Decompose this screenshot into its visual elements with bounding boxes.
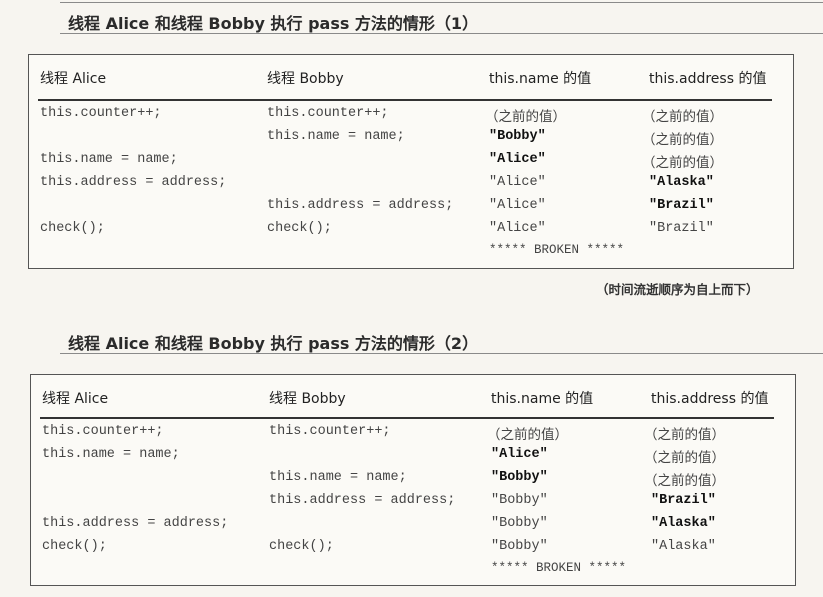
header-alice: 线程 Alice (40, 71, 107, 87)
row-2-address: （之前的值） (642, 132, 723, 148)
row-6-address: "Alaska" (651, 539, 716, 554)
row-2-name: "Bobby" (489, 129, 546, 144)
row-5-alice: this.address = address; (42, 516, 229, 531)
figure-1-title-rule (60, 33, 823, 34)
row-1-address: （之前的值） (644, 427, 725, 443)
broken-label: ***** BROKEN ***** (491, 561, 627, 575)
row-1-alice: this.counter++; (42, 424, 164, 439)
row-3-address: （之前的值） (644, 473, 725, 489)
row-4-name: "Alice" (489, 175, 546, 190)
row-5-name: "Bobby" (491, 516, 548, 531)
header-rule (40, 417, 774, 419)
header-name-value: this.name 的值 (491, 391, 594, 407)
row-1-name: （之前的值） (487, 427, 568, 443)
row-3-address: （之前的值） (642, 155, 723, 171)
row-3-bobby: this.name = name; (269, 470, 407, 485)
header-address-value: this.address 的值 (651, 391, 769, 407)
figure-2-title: 线程 Alice 和线程 Bobby 执行 pass 方法的情形（2） (68, 334, 479, 353)
figure-2-table: 线程 Alice 线程 Bobby this.name 的值 this.addr… (30, 374, 796, 586)
row-6-address: "Brazil" (649, 221, 714, 236)
row-1-name: （之前的值） (485, 109, 566, 125)
row-4-bobby: this.address = address; (269, 493, 456, 508)
row-1-bobby: this.counter++; (267, 106, 389, 121)
row-4-name: "Bobby" (491, 493, 548, 508)
figure-1-table: 线程 Alice 线程 Bobby this.name 的值 this.addr… (28, 54, 794, 269)
row-6-bobby: check(); (267, 221, 332, 236)
row-5-address: "Brazil" (649, 198, 714, 213)
row-6-bobby: check(); (269, 539, 334, 554)
row-1-bobby: this.counter++; (269, 424, 391, 439)
row-3-alice: this.name = name; (40, 152, 178, 167)
row-6-alice: check(); (42, 539, 107, 554)
row-2-name: "Alice" (491, 447, 548, 462)
row-5-address: "Alaska" (651, 516, 716, 531)
row-2-bobby: this.name = name; (267, 129, 405, 144)
header-name-value: this.name 的值 (489, 71, 592, 87)
row-4-alice: this.address = address; (40, 175, 227, 190)
row-1-alice: this.counter++; (40, 106, 162, 121)
row-4-address: "Alaska" (649, 175, 714, 190)
row-5-name: "Alice" (489, 198, 546, 213)
row-6-name: "Alice" (489, 221, 546, 236)
header-address-value: this.address 的值 (649, 71, 767, 87)
row-3-name: "Bobby" (491, 470, 548, 485)
row-2-alice: this.name = name; (42, 447, 180, 462)
time-order-caption: （时间流逝顺序为自上而下） (596, 282, 759, 297)
row-2-address: （之前的值） (644, 450, 725, 466)
figure-1-title: 线程 Alice 和线程 Bobby 执行 pass 方法的情形（1） (68, 14, 479, 33)
header-alice: 线程 Alice (42, 391, 109, 407)
row-3-name: "Alice" (489, 152, 546, 167)
header-bobby: 线程 Bobby (267, 71, 344, 87)
broken-label: ***** BROKEN ***** (489, 243, 625, 257)
row-4-address: "Brazil" (651, 493, 716, 508)
header-bobby: 线程 Bobby (269, 391, 346, 407)
top-rule (60, 2, 823, 3)
row-6-name: "Bobby" (491, 539, 548, 554)
header-rule (38, 99, 772, 101)
figure-2-title-rule (60, 353, 823, 354)
row-1-address: （之前的值） (642, 109, 723, 125)
row-5-bobby: this.address = address; (267, 198, 454, 213)
row-6-alice: check(); (40, 221, 105, 236)
